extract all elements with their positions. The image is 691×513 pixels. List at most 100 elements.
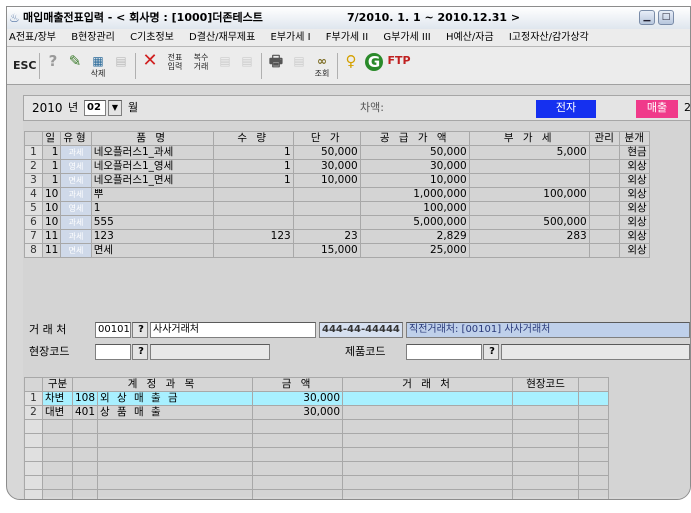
journal-row[interactable]: 1 차변 108 외 상 매 출 금 30,000	[24, 391, 610, 406]
empty-cell[interactable]	[97, 419, 254, 434]
empty-cell[interactable]	[97, 489, 254, 499]
empty-cell[interactable]	[71, 433, 99, 448]
menu-item-fixed-asset[interactable]: I고정자산/감가상각	[507, 32, 589, 43]
empty-cell[interactable]	[71, 419, 99, 434]
menu-item-budget[interactable]: H예산/자금	[444, 32, 494, 43]
empty-cell[interactable]	[71, 489, 99, 499]
supply-cell[interactable]: 1,000,000	[359, 187, 470, 202]
empty-cell[interactable]	[512, 475, 580, 490]
day-cell[interactable]: 10	[41, 201, 62, 216]
journal-row[interactable]: 2 대변 401 상 품 매 출 30,000	[24, 405, 610, 420]
vat-cell[interactable]: 283	[468, 229, 590, 244]
menu-item-vat3[interactable]: G부가세 III	[381, 32, 430, 43]
vat-cell[interactable]	[468, 243, 590, 258]
item-cell[interactable]: 뿌	[90, 187, 214, 202]
extra-cell[interactable]	[578, 405, 610, 420]
mgmt-cell[interactable]	[588, 229, 620, 244]
qty-cell[interactable]: 1	[212, 173, 294, 188]
ftp-button[interactable]: FTP	[387, 53, 411, 79]
kind-cell[interactable]: 차변	[42, 391, 73, 406]
empty-cell[interactable]	[512, 447, 580, 462]
mgmt-cell[interactable]	[588, 215, 620, 230]
product-help-icon[interactable]: ?	[483, 344, 499, 360]
split-cell[interactable]: 외상	[618, 215, 650, 230]
disabled-button-3[interactable]: ▤	[237, 53, 257, 79]
day-cell[interactable]: 1	[41, 173, 62, 188]
empty-cell[interactable]	[578, 461, 610, 476]
qty-cell[interactable]	[212, 201, 294, 216]
table-row[interactable]: 8 11 면세 면세 15,000 25,000 외상	[24, 243, 650, 258]
supply-cell[interactable]: 2,829	[359, 229, 470, 244]
bulb-button[interactable]: ♀	[341, 53, 361, 79]
partner-code-input[interactable]: 00101	[95, 322, 131, 338]
vat-cell[interactable]: 100,000	[468, 187, 590, 202]
type-cell[interactable]: 영세	[60, 159, 92, 174]
empty-cell[interactable]	[512, 419, 580, 434]
mgmt-cell[interactable]	[588, 187, 620, 202]
item-cell[interactable]: 123	[90, 229, 214, 244]
day-cell[interactable]: 10	[41, 187, 62, 202]
day-cell[interactable]: 1	[41, 159, 62, 174]
supply-cell[interactable]: 25,000	[359, 243, 470, 258]
account-name-cell[interactable]: 외 상 매 출 금	[97, 391, 254, 406]
code-button[interactable]: ✎	[65, 53, 85, 79]
empty-cell[interactable]	[252, 475, 344, 490]
empty-cell[interactable]	[342, 433, 514, 448]
empty-cell[interactable]	[342, 461, 514, 476]
table-row[interactable]: 6 10 과세 555 5,000,000 500,000 외상	[24, 215, 650, 230]
price-cell[interactable]	[292, 215, 361, 230]
print-button[interactable]: 🖶	[265, 53, 287, 79]
empty-cell[interactable]	[252, 461, 344, 476]
supply-cell[interactable]: 50,000	[359, 145, 470, 160]
vat-cell[interactable]: 5,000	[468, 145, 590, 160]
empty-cell[interactable]	[97, 433, 254, 448]
qty-cell[interactable]: 1	[212, 159, 294, 174]
vat-cell[interactable]	[468, 159, 590, 174]
supply-cell[interactable]: 30,000	[359, 159, 470, 174]
empty-cell[interactable]	[512, 461, 580, 476]
partner-name-input[interactable]: 사사거래처	[150, 322, 316, 338]
table-row[interactable]: 4 10 과세 뿌 1,000,000 100,000 외상	[24, 187, 650, 202]
item-cell[interactable]: 네오플러스1_면세	[90, 173, 214, 188]
menu-item-basic[interactable]: C기초정보	[128, 32, 174, 43]
qty-cell[interactable]	[212, 187, 294, 202]
partner-cell[interactable]	[342, 391, 514, 406]
empty-cell[interactable]	[71, 447, 99, 462]
table-row[interactable]: 2 1 영세 네오플러스1_영세 1 30,000 30,000 외상	[24, 159, 650, 174]
split-cell[interactable]: 외상	[618, 201, 650, 216]
qty-cell[interactable]	[212, 243, 294, 258]
month-select[interactable]: 02	[84, 100, 106, 116]
empty-cell[interactable]	[42, 433, 73, 448]
mgmt-cell[interactable]	[588, 243, 620, 258]
empty-cell[interactable]	[512, 433, 580, 448]
price-cell[interactable]	[292, 201, 361, 216]
cancel-button[interactable]: ✕	[139, 52, 161, 79]
menu-item-vat1[interactable]: E부가세 I	[269, 32, 311, 43]
split-cell[interactable]: 외상	[618, 159, 650, 174]
menu-item-site[interactable]: B현장관리	[69, 32, 115, 43]
menu-item-jeonpyo[interactable]: A전표/장부	[7, 32, 56, 43]
vat-cell[interactable]	[468, 201, 590, 216]
electronic-badge[interactable]: 전자	[536, 100, 596, 118]
account-name-cell[interactable]: 상 품 매 출	[97, 405, 254, 420]
empty-cell[interactable]	[342, 489, 514, 499]
menu-item-vat2[interactable]: F부가세 II	[324, 32, 368, 43]
delete-button[interactable]: ▦ 삭제	[87, 53, 109, 79]
mgmt-cell[interactable]	[588, 159, 620, 174]
supply-cell[interactable]: 5,000,000	[359, 215, 470, 230]
supply-cell[interactable]: 100,000	[359, 201, 470, 216]
disabled-button[interactable]: ▤	[111, 53, 131, 79]
type-cell[interactable]: 과세	[60, 229, 92, 244]
minimize-icon[interactable]: ▁	[639, 10, 655, 25]
vat-cell[interactable]	[468, 173, 590, 188]
item-cell[interactable]: 면세	[90, 243, 214, 258]
empty-cell[interactable]	[512, 489, 580, 499]
account-code-cell[interactable]: 401	[71, 405, 99, 420]
type-cell[interactable]: 과세	[60, 187, 92, 202]
journal-row-empty[interactable]	[24, 447, 610, 462]
journal-row-empty[interactable]	[24, 419, 610, 434]
empty-cell[interactable]	[42, 447, 73, 462]
empty-cell[interactable]	[252, 419, 344, 434]
empty-cell[interactable]	[342, 447, 514, 462]
qty-cell[interactable]: 123	[212, 229, 294, 244]
